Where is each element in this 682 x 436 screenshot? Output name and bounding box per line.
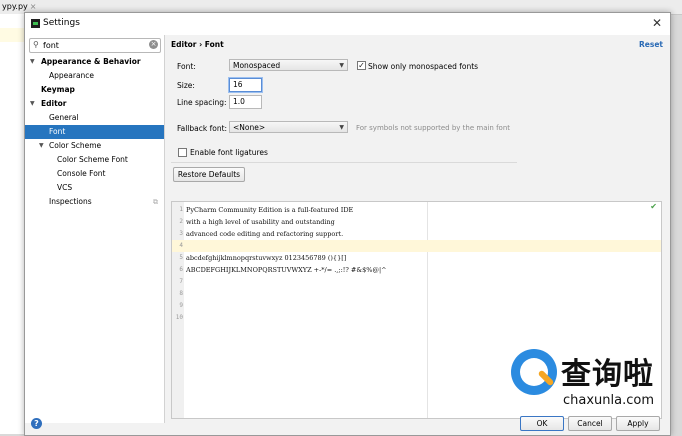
- preview-line: 2 with a high level of usability and outs…: [172, 216, 661, 228]
- fallback-font-label: Fallback font:: [177, 124, 228, 133]
- font-select-value: Monospaced: [233, 61, 281, 70]
- close-icon[interactable]: ×: [30, 2, 37, 11]
- settings-tree-pane: ⚲ × ▼ Appearance & Behavior Appearance K…: [25, 35, 165, 423]
- help-icon[interactable]: ?: [31, 418, 42, 429]
- tree-item-label: Editor: [41, 99, 67, 108]
- size-label: Size:: [177, 81, 195, 90]
- tree-item-editor[interactable]: ▼ Editor: [25, 97, 164, 111]
- settings-search-box[interactable]: ⚲ ×: [29, 38, 161, 53]
- line-text: abcdefghijklmnopqrstuvwxyz 0123456789 ()…: [186, 254, 347, 262]
- font-label: Font:: [177, 62, 196, 71]
- line-text: PyCharm Community Edition is a full-feat…: [186, 206, 354, 214]
- tree-item-label: VCS: [57, 183, 73, 192]
- size-input[interactable]: 16: [229, 78, 262, 92]
- restore-defaults-button[interactable]: Restore Defaults: [173, 167, 245, 182]
- line-number: 6: [179, 266, 183, 273]
- clear-search-icon[interactable]: ×: [149, 40, 158, 49]
- font-ligatures-label: Enable font ligatures: [190, 148, 268, 157]
- monospaced-only-checkbox[interactable]: ✓: [357, 61, 366, 70]
- font-select[interactable]: Monospaced ▼: [229, 59, 348, 71]
- fallback-font-value: <None>: [233, 123, 266, 132]
- settings-tree: ▼ Appearance & Behavior Appearance Keyma…: [25, 55, 164, 209]
- tree-item-console-font[interactable]: Console Font: [25, 167, 164, 181]
- line-number: 2: [179, 218, 183, 225]
- preview-line: 10: [172, 312, 661, 324]
- line-number: 5: [179, 254, 183, 261]
- separator: [171, 162, 517, 163]
- tree-item-inspections[interactable]: Inspections ⧉: [25, 195, 164, 209]
- search-logo-icon: [511, 349, 557, 395]
- tree-item-color-scheme[interactable]: ▼ Color Scheme: [25, 139, 164, 153]
- tree-item-keymap[interactable]: Keymap: [25, 83, 164, 97]
- tree-item-label: Console Font: [57, 169, 106, 178]
- line-number: 4: [179, 242, 183, 249]
- monospaced-only-label: Show only monospaced fonts: [368, 62, 479, 71]
- apply-button[interactable]: Apply: [616, 416, 660, 431]
- tree-item-label: Appearance & Behavior: [41, 57, 141, 66]
- chevron-down-icon: ▼: [339, 124, 344, 131]
- tree-item-color-scheme-font[interactable]: Color Scheme Font: [25, 153, 164, 167]
- project-settings-icon: ⧉: [153, 198, 158, 206]
- check-icon: ✔: [650, 202, 657, 211]
- chevron-down-icon: ▼: [339, 62, 344, 69]
- cancel-button[interactable]: Cancel: [568, 416, 612, 431]
- tree-item-font[interactable]: Font: [25, 125, 164, 139]
- line-number: 9: [179, 302, 183, 309]
- background-editor: [0, 14, 24, 434]
- line-text: with a high level of usability and outst…: [186, 218, 335, 226]
- tree-item-label: Color Scheme: [49, 141, 102, 150]
- watermark-chinese-text: 查询啦: [561, 357, 654, 392]
- tree-item-label: Color Scheme Font: [57, 155, 128, 164]
- tree-item-appearance[interactable]: Appearance: [25, 69, 164, 83]
- title-bar: Settings ✕: [25, 13, 670, 35]
- line-spacing-label: Line spacing:: [177, 98, 227, 107]
- line-number: 3: [179, 230, 183, 237]
- preview-line: 7: [172, 276, 661, 288]
- watermark-domain-text: chaxunla.com: [563, 393, 654, 408]
- line-spacing-input[interactable]: 1.0: [229, 95, 262, 109]
- tree-item-label: Inspections: [49, 197, 92, 206]
- tree-item-appearance-behavior[interactable]: ▼ Appearance & Behavior: [25, 55, 164, 69]
- tree-item-general[interactable]: General: [25, 111, 164, 125]
- preview-line: 8: [172, 288, 661, 300]
- line-number: 7: [179, 278, 183, 285]
- tree-item-label: General: [49, 113, 79, 122]
- reset-link[interactable]: Reset: [639, 40, 663, 49]
- fallback-font-hint: For symbols not supported by the main fo…: [356, 124, 511, 132]
- line-number: 8: [179, 290, 183, 297]
- preview-line-current: 4: [172, 240, 661, 252]
- preview-line: 6 ABCDEFGHIJKLMNOPQRSTUVWXYZ +-*/= .,;:!?…: [172, 264, 661, 276]
- ok-button[interactable]: OK: [520, 416, 564, 431]
- breadcrumb: Editor › Font: [171, 40, 224, 49]
- line-number: 1: [179, 206, 183, 213]
- background-tab-label: ypy.py: [2, 2, 28, 11]
- line-text: advanced code editing and refactoring su…: [186, 230, 344, 238]
- tree-item-label: Keymap: [41, 85, 75, 94]
- window-title: Settings: [43, 18, 80, 28]
- chevron-down-icon[interactable]: ▼: [39, 139, 44, 153]
- search-input[interactable]: [43, 39, 143, 51]
- background-editor-tab[interactable]: ypy.py ×: [0, 2, 38, 11]
- line-number: 10: [175, 314, 183, 321]
- pycharm-app-icon: [31, 19, 40, 28]
- preview-line: 9: [172, 300, 661, 312]
- tree-item-vcs[interactable]: VCS: [25, 181, 164, 195]
- chevron-down-icon[interactable]: ▼: [30, 55, 35, 69]
- preview-line: 1 PyCharm Community Edition is a full-fea…: [172, 204, 661, 216]
- search-icon: ⚲: [33, 40, 39, 49]
- watermark: 查询啦 chaxunla.com: [505, 345, 675, 415]
- font-ligatures-checkbox[interactable]: [178, 148, 187, 157]
- fallback-font-select[interactable]: <None> ▼: [229, 121, 348, 133]
- preview-line: 3 advanced code editing and refactoring s…: [172, 228, 661, 240]
- tree-item-label: Appearance: [49, 71, 95, 80]
- chevron-down-icon[interactable]: ▼: [30, 97, 35, 111]
- tree-item-label: Font: [49, 127, 66, 136]
- preview-line: 5 abcdefghijklmnopqrstuvwxyz 0123456789 (…: [172, 252, 661, 264]
- line-text: ABCDEFGHIJKLMNOPQRSTUVWXYZ +-*/= .,;:!? …: [186, 266, 387, 274]
- close-icon[interactable]: ✕: [652, 16, 662, 30]
- background-current-line: [0, 28, 24, 42]
